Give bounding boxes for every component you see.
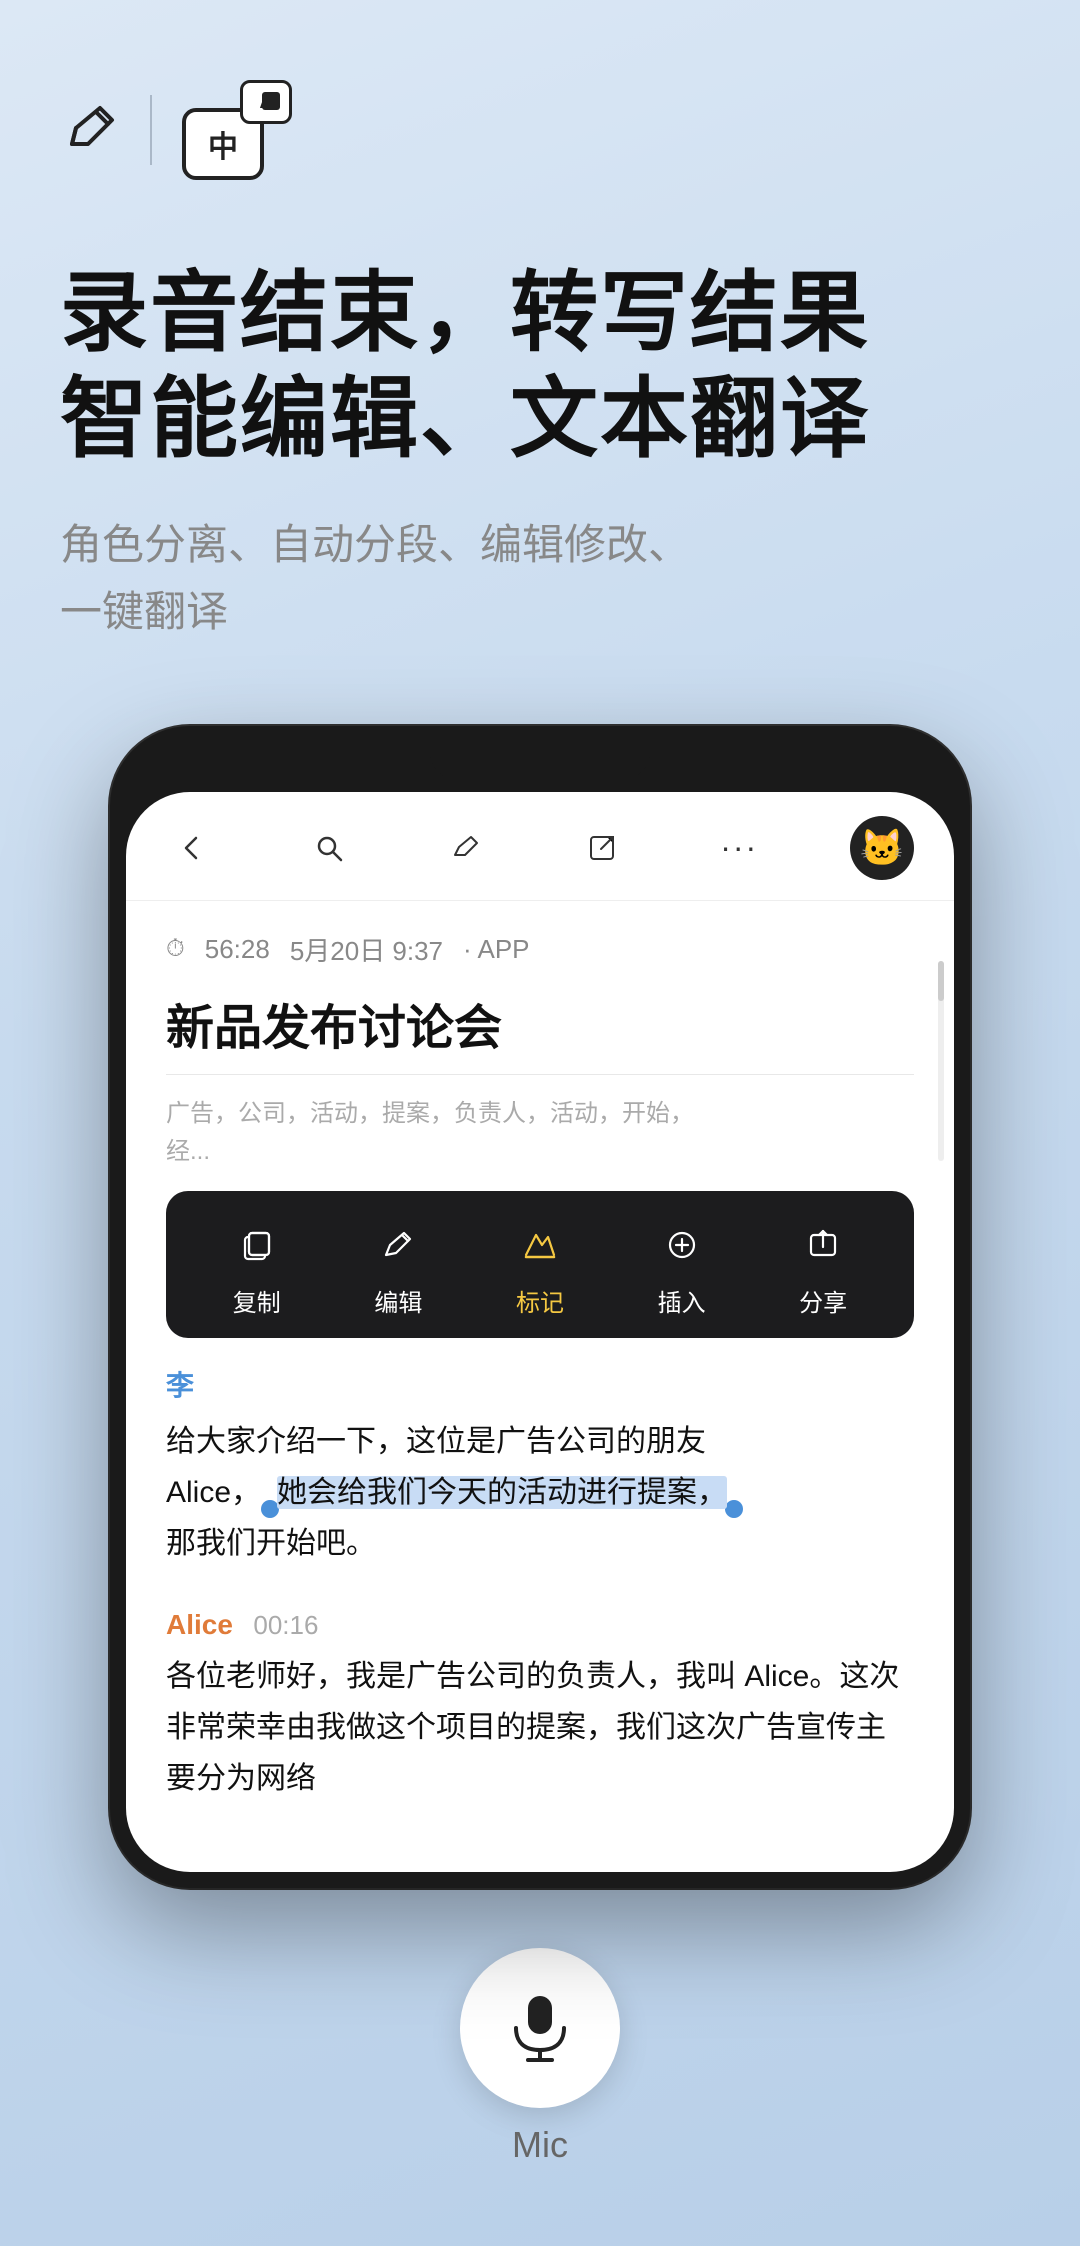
toolbar-divider [150,95,152,165]
doc-source: · APP [463,934,529,965]
phone-notch [430,742,650,780]
speaker-alice-text: 各位老师好，我是广告公司的负责人，我叫 Alice。这次非常荣幸由我做这个项目的… [166,1651,914,1804]
speaker-alice-block: Alice 00:16 各位老师好，我是广告公司的负责人，我叫 Alice。这次… [126,1589,954,1824]
edit-label: 编辑 [374,1283,422,1318]
insert-icon [656,1219,708,1271]
translate-icon[interactable]: 中 A [182,80,292,180]
mark-icon [514,1219,566,1271]
doc-meta: ⏱ 56:28 5月20日 9:37 · APP [166,931,530,968]
doc-duration: 56:28 [205,934,270,965]
phone-screen: ··· 🐱 ⏱ 56:28 5月20日 9:37 · APP [126,792,954,1872]
share-icon [797,1219,849,1271]
copy-label: 复制 [233,1283,281,1318]
edit-nav-icon[interactable] [440,822,492,874]
copy-icon [231,1219,283,1271]
doc-header: ⏱ 56:28 5月20日 9:37 · APP [126,901,954,988]
phone-container: ··· 🐱 ⏱ 56:28 5月20日 9:37 · APP [0,726,1080,1888]
speaker-li-text: 给大家介绍一下，这位是广告公司的朋友Alice，她会给我们今天的活动进行提案，那… [166,1416,914,1569]
menu-item-mark[interactable]: 标记 [514,1219,566,1318]
more-icon[interactable]: ··· [713,822,765,874]
top-toolbar: 中 A [0,0,1080,220]
speaker-alice-header: Alice 00:16 [166,1609,914,1641]
nav-avatar[interactable]: 🐱 [850,816,914,880]
menu-item-copy[interactable]: 复制 [231,1219,283,1318]
speaker-li-block: 李 给大家介绍一下，这位是广告公司的朋友Alice，她会给我们今天的活动进行提案… [126,1354,954,1589]
context-menu: 复制 编辑 [166,1191,914,1338]
doc-title: 新品发布讨论会 [126,988,954,1074]
speaker-alice-name: Alice [166,1609,233,1640]
mic-label: Mic [512,2124,568,2166]
phone-frame: ··· 🐱 ⏱ 56:28 5月20日 9:37 · APP [110,726,970,1888]
pencil-icon[interactable] [60,100,120,160]
menu-item-share[interactable]: 分享 [797,1219,849,1318]
menu-item-edit[interactable]: 编辑 [372,1219,424,1318]
back-icon[interactable] [166,822,218,874]
speaker-alice-time: 00:16 [253,1610,318,1640]
hero-section: 录音结束，转写结果 智能编辑、文本翻译 角色分离、自动分段、编辑修改、 一键翻译 [0,220,1080,666]
hero-subtitle: 角色分离、自动分段、编辑修改、 一键翻译 [60,511,1020,645]
bottom-section: Mic [0,1888,1080,2246]
edit-icon [372,1219,424,1271]
phone-content: ⏱ 56:28 5月20日 9:37 · APP 新品发布讨论会 广告，公司，活… [126,901,954,1825]
scrollbar[interactable] [938,961,944,1161]
doc-tags: 广告，公司，活动，提案，负责人，活动，开始，经... [126,1075,954,1192]
mic-button[interactable] [460,1948,620,2108]
time-icon: ⏱ [166,935,185,963]
hero-title: 录音结束，转写结果 智能编辑、文本翻译 [60,260,1020,471]
speaker-li-name: 李 [166,1364,914,1404]
phone-nav: ··· 🐱 [126,792,954,901]
scrollbar-thumb[interactable] [938,961,944,1001]
menu-item-insert[interactable]: 插入 [656,1219,708,1318]
mic-area: Mic [460,1948,620,2166]
mark-label: 标记 [516,1283,564,1318]
doc-date: 5月20日 9:37 [290,931,443,968]
export-icon[interactable] [576,822,628,874]
insert-label: 插入 [658,1283,706,1318]
share-label: 分享 [799,1283,847,1318]
search-icon[interactable] [303,822,355,874]
